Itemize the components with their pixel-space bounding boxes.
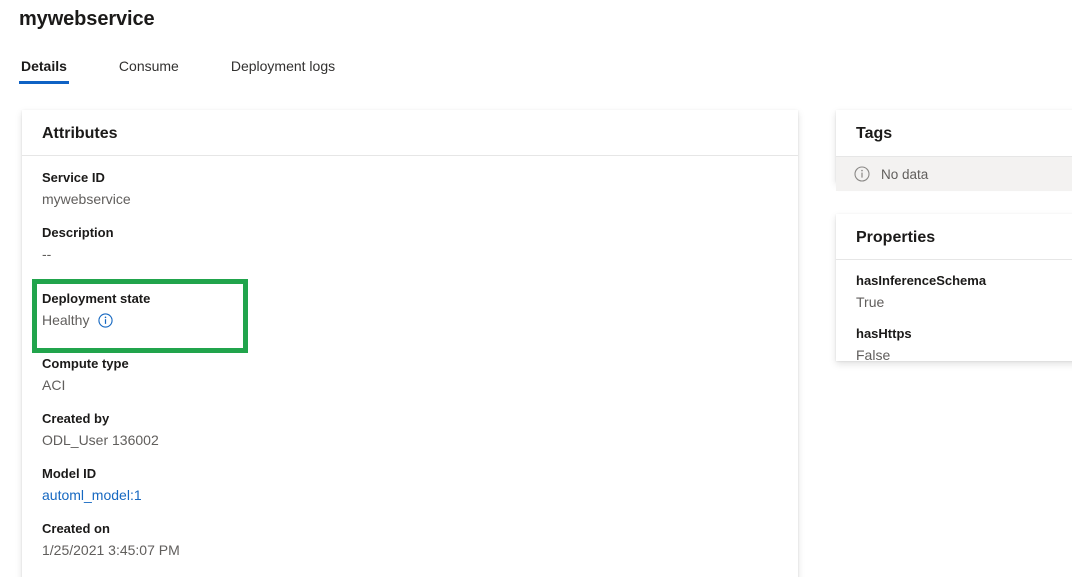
property-value: True — [856, 294, 885, 310]
attribute-created-by: Created by ODL_User 136002 — [42, 410, 778, 451]
attribute-value: 1/25/2021 3:45:07 PM — [42, 542, 180, 558]
attribute-label: Deployment state — [42, 291, 151, 306]
attribute-value: mywebservice — [42, 191, 131, 207]
tags-empty-row: No data — [836, 157, 1072, 191]
attribute-value-row: Healthy — [42, 310, 778, 331]
property-label: hasInferenceSchema — [856, 273, 987, 288]
attribute-deployment-state: Deployment state Healthy — [27, 279, 778, 353]
page-root: mywebservice Details Consume Deployment … — [0, 0, 1072, 577]
page-title: mywebservice — [19, 8, 155, 30]
attributes-card: Attributes Service ID mywebservice Descr… — [22, 110, 798, 577]
attribute-label: Created on — [42, 521, 110, 536]
tab-details-label: Details — [21, 58, 67, 74]
attribute-label: Created by — [42, 411, 110, 426]
property-has-inference-schema: hasInferenceSchema True — [856, 272, 1072, 313]
attribute-value: ACI — [42, 377, 66, 393]
property-value: False — [856, 347, 891, 363]
attribute-label: Model ID — [42, 466, 97, 481]
tags-empty-label: No data — [881, 166, 929, 182]
attribute-value: -- — [42, 246, 52, 262]
info-circle-icon[interactable] — [98, 313, 114, 328]
deployment-state-value: Healthy — [42, 312, 90, 328]
attribute-label: Service ID — [42, 170, 105, 185]
tags-card: Tags No data — [836, 110, 1072, 191]
properties-list: hasInferenceSchema True hasHttps False — [836, 260, 1072, 366]
tab-deployment-logs-label: Deployment logs — [230, 58, 336, 74]
attribute-model-id: Model ID automl_model:1 — [42, 465, 778, 506]
properties-card-title: Properties — [856, 229, 936, 246]
property-label: hasHttps — [856, 326, 912, 341]
attributes-list: Service ID mywebservice Description -- D… — [22, 156, 798, 577]
attribute-label: Description — [42, 225, 114, 240]
attributes-card-title: Attributes — [42, 125, 118, 142]
attribute-created-on: Created on 1/25/2021 3:45:07 PM — [42, 520, 778, 561]
attribute-compute-type: Compute type ACI — [42, 355, 778, 396]
tab-consume[interactable]: Consume — [117, 58, 181, 84]
attribute-service-id: Service ID mywebservice — [42, 169, 778, 210]
properties-card: Properties hasInferenceSchema True hasHt… — [836, 214, 1072, 363]
tags-card-title: Tags — [856, 125, 893, 142]
info-circle-icon — [854, 166, 870, 182]
attribute-value: ODL_User 136002 — [42, 432, 159, 448]
attribute-value-link-row: automl_model:1 — [42, 485, 778, 506]
tab-details[interactable]: Details — [19, 58, 69, 84]
attribute-label: Compute type — [42, 356, 129, 371]
model-id-link[interactable]: automl_model:1 — [42, 485, 142, 506]
tab-consume-label: Consume — [118, 58, 179, 74]
property-has-https: hasHttps False — [856, 325, 1072, 366]
tab-bar: Details Consume Deployment logs — [19, 58, 337, 84]
attribute-description: Description -- — [42, 224, 778, 265]
tab-deployment-logs[interactable]: Deployment logs — [229, 58, 337, 84]
